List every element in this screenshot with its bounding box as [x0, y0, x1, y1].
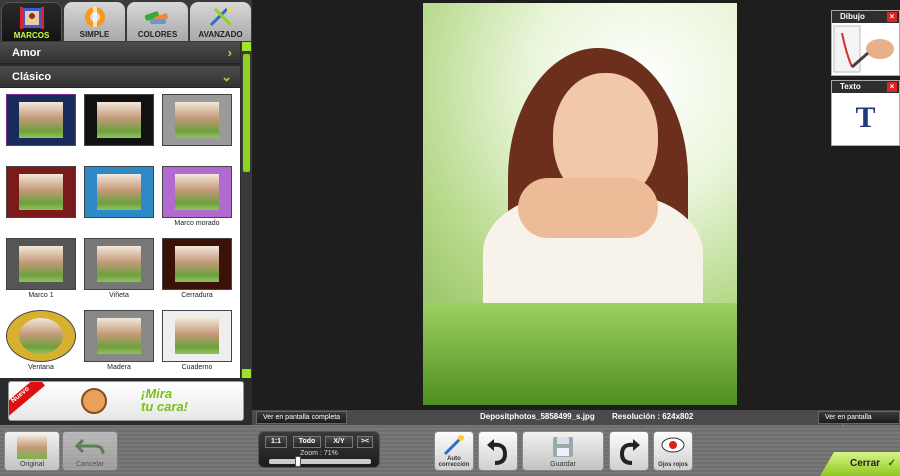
frame-caption: Viñeta [109, 292, 129, 299]
frame-thumbnail[interactable]: Viñeta [80, 234, 158, 304]
category-label: Amor [12, 47, 41, 59]
close-icon[interactable]: × [887, 12, 897, 22]
close-button[interactable]: Cerrar ✓ [820, 452, 900, 476]
tab-label: COLORES [137, 30, 178, 39]
status-bar: Ver en pantalla completa Depositphotos_5… [252, 410, 900, 432]
rotate-right-button[interactable] [609, 431, 649, 471]
left-panel: MARCOS SIMPLE COLORES AVANZADO Amor › Cl… [0, 0, 252, 425]
scroll-down-icon[interactable] [242, 369, 251, 378]
button-label: Cancelar [75, 461, 104, 468]
frame-caption: Cuaderno [181, 364, 213, 371]
zoom-fit-all-button[interactable]: Todo [293, 436, 321, 448]
scrollbar-thumb[interactable] [243, 54, 250, 172]
panel-title: Texto [840, 82, 861, 91]
tab-label: AVANZADO [198, 30, 243, 39]
zoom-level-label: Zoom : 71% [300, 450, 338, 457]
frame-thumbnail[interactable]: Marco 1 [2, 234, 80, 304]
resolution-label: Resolución : 624x802 [612, 412, 694, 421]
zoom-controls: 1:1 Todo X/Y >< Zoom : 71% [258, 431, 380, 468]
photo-canvas[interactable] [423, 3, 737, 405]
bottom-toolbar: Original Cancelar Auto corrección Guarda… [0, 425, 900, 476]
panel-header: Texto × [832, 81, 899, 93]
frame-gallery: Marco morado Marco 1 Viñeta Cerradura Ve… [0, 88, 240, 378]
drawing-hand-icon [833, 25, 894, 73]
button-label: Ojos rojos [658, 462, 688, 468]
frame-thumbnail[interactable]: Cerradura [158, 234, 236, 304]
close-icon[interactable]: × [887, 82, 897, 92]
tab-label: SIMPLE [79, 30, 110, 39]
file-name: Depositphotos_5858499_s.jpg [480, 412, 595, 421]
fullscreen-button-right[interactable]: Ver en pantalla completa [818, 411, 900, 432]
magic-tools-icon [209, 7, 232, 27]
chevron-right-icon: › [227, 45, 232, 60]
frame-thumbnail[interactable]: Cuaderno [158, 306, 236, 376]
button-label: Auto corrección [438, 456, 470, 468]
panel-header: Dibujo × [832, 11, 899, 23]
photo-subject-arms [518, 178, 658, 238]
zoom-collapse-button[interactable]: >< [357, 436, 373, 448]
frame-thumbnail[interactable]: Marco morado [158, 162, 236, 232]
zoom-1-1-button[interactable]: 1:1 [265, 436, 287, 448]
chevron-down-icon: ⌄ [221, 69, 232, 84]
fullscreen-button-left[interactable]: Ver en pantalla completa [256, 411, 348, 424]
eye-icon [661, 437, 685, 453]
text-tool-icon: T [855, 101, 876, 134]
zoom-xy-button[interactable]: X/Y [325, 436, 353, 448]
category-clasico[interactable]: Clásico ⌄ [0, 66, 240, 88]
original-thumbnail-icon [17, 435, 47, 459]
button-label: Cerrar [850, 458, 881, 469]
tab-label: MARCOS [13, 31, 50, 40]
frame-caption: Marco morado [174, 220, 220, 227]
frames-icon [19, 7, 44, 29]
red-eye-button[interactable]: Ojos rojos [653, 431, 693, 471]
original-button[interactable]: Original [4, 431, 60, 471]
zoom-slider[interactable] [269, 456, 371, 467]
frame-thumbnail[interactable]: Ventana [2, 306, 80, 376]
tool-tabs: MARCOS SIMPLE COLORES AVANZADO [0, 0, 252, 42]
frame-thumbnail[interactable] [80, 90, 158, 160]
photo-grass [423, 303, 737, 405]
color-tubes-icon [144, 11, 168, 24]
category-label: Clásico [12, 71, 52, 83]
check-icon: ✓ [887, 458, 896, 469]
frame-caption: Cerradura [181, 292, 213, 299]
cartoon-face-icon [81, 388, 107, 414]
promo-text: ¡Mira tu cara! [141, 387, 188, 413]
frame-thumbnail[interactable] [158, 90, 236, 160]
drawing-panel[interactable]: Dibujo × [831, 10, 900, 76]
magic-wand-icon [443, 435, 464, 456]
auto-correct-button[interactable]: Auto corrección [434, 431, 474, 471]
frame-thumbnail[interactable] [80, 162, 158, 232]
frame-thumbnail[interactable] [2, 90, 80, 160]
cancel-button[interactable]: Cancelar [62, 431, 118, 471]
frame-caption: Madera [107, 364, 131, 371]
tab-colores[interactable]: COLORES [127, 2, 188, 41]
gallery-scrollbar[interactable] [241, 42, 252, 378]
tab-marcos[interactable]: MARCOS [1, 2, 62, 41]
new-badge: Nuevo [9, 382, 46, 418]
frame-thumbnail[interactable] [2, 162, 80, 232]
frame-caption: Marco 1 [28, 292, 54, 299]
frame-thumbnail[interactable]: Madera [80, 306, 158, 376]
frame-caption: Ventana [28, 364, 54, 371]
save-button[interactable]: Guardar [522, 431, 604, 471]
rotate-left-icon [487, 439, 508, 465]
zoom-slider-knob[interactable] [295, 456, 301, 467]
promo-text-line: tu cara! [141, 399, 188, 414]
rotate-left-button[interactable] [478, 431, 518, 471]
tab-simple[interactable]: SIMPLE [64, 2, 125, 41]
promo-banner[interactable]: Nuevo ¡Mira tu cara! [8, 381, 244, 421]
text-panel[interactable]: Texto × T [831, 80, 900, 146]
category-amor[interactable]: Amor › [0, 42, 240, 64]
lifebuoy-icon [84, 7, 105, 27]
rotate-right-icon [619, 439, 640, 465]
scroll-up-icon[interactable] [242, 42, 251, 51]
panel-title: Dibujo [840, 12, 865, 21]
button-label: Original [19, 461, 45, 468]
floppy-disk-icon [553, 437, 573, 457]
tab-avanzado[interactable]: AVANZADO [190, 2, 251, 41]
button-label: Guardar [550, 461, 576, 468]
undo-arrow-icon [74, 438, 105, 455]
